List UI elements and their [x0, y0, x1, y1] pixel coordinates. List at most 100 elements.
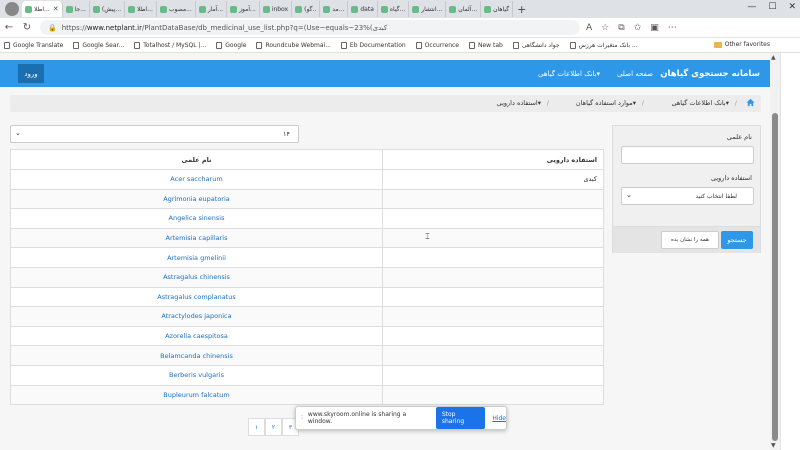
medicinal-use-cell: کبدی	[382, 169, 604, 190]
page-scrollbar[interactable]: ▲ ▼	[770, 53, 780, 450]
sci-name-link[interactable]: Angelica sinensis	[10, 208, 383, 229]
medicinal-use-cell	[382, 247, 604, 268]
bookmark-item[interactable]: Eb Documentation	[340, 41, 406, 49]
table-row: Azorella caespitosa	[10, 325, 604, 347]
column-header-sci-name[interactable]: نام علمی	[10, 149, 383, 170]
bookmarks-bar: Google Translate Google Sear... Totalhost …	[0, 38, 800, 53]
search-button[interactable]: جستجو	[721, 231, 753, 249]
sci-name-input[interactable]	[621, 146, 754, 164]
table-row: Astragalus complanatus	[10, 286, 604, 308]
bookmark-item[interactable]: Google Sear...	[73, 41, 124, 49]
medicinal-use-cell	[382, 345, 604, 366]
bookmark-item[interactable]: Google Translate	[4, 41, 64, 49]
close-tab-icon[interactable]: ✕	[53, 5, 59, 13]
breadcrumb-item-medicinal[interactable]: استفاده دارویی▾	[497, 99, 541, 107]
bookmark-page-icon	[256, 41, 263, 49]
back-icon[interactable]: ←	[0, 22, 18, 33]
refresh-icon[interactable]: ↻	[18, 22, 36, 33]
bookmark-label: Google Translate	[13, 41, 64, 49]
browser-tab[interactable]: گیاه...	[378, 1, 410, 17]
login-button[interactable]: ورود	[18, 64, 44, 83]
breadcrumb-separator: /	[641, 99, 644, 107]
browser-tab[interactable]: data	[348, 1, 378, 17]
sci-name-link[interactable]: Astragalus complanatus	[10, 286, 383, 308]
scroll-down-icon[interactable]: ▼	[771, 442, 776, 449]
bookmark-page-icon	[4, 41, 10, 49]
tab-label: data	[360, 5, 374, 13]
read-aloud-icon[interactable]: A	[586, 23, 592, 33]
menu-dots-icon[interactable]: ⋯	[668, 23, 677, 33]
browser-tab[interactable]: اطلا... ✕	[22, 1, 63, 17]
sci-name-link[interactable]: Agrimonia eupatoria	[10, 188, 383, 210]
collections-icon[interactable]: ▣	[650, 23, 659, 33]
bookmark-label: Totalhost / MySQL |...	[143, 41, 207, 49]
browser-tab[interactable]: (گو..	[292, 1, 321, 17]
sci-name-link[interactable]: Bupleurum falcatum	[10, 384, 383, 406]
browser-tab[interactable]: (پیش...	[90, 1, 126, 17]
url-field[interactable]: 🔒 https://www.netplant.ir/PlantDataBase/…	[40, 20, 580, 35]
bookmark-item[interactable]: Google	[216, 41, 246, 49]
medicinal-use-cell	[382, 286, 604, 308]
home-icon[interactable]	[746, 98, 755, 107]
new-tab-icon[interactable]: +	[517, 3, 526, 16]
scrollbar-thumb[interactable]	[772, 113, 778, 441]
browser-tab[interactable]: inbox	[260, 1, 293, 17]
page-size-select[interactable]: ⌄ ۱۴	[10, 125, 299, 143]
browser-tab[interactable]: مصوب...	[157, 1, 196, 17]
favorites-icon[interactable]: ✩	[634, 23, 642, 33]
maximize-icon[interactable]: ☐	[768, 2, 776, 12]
table-body: Acer saccharum کبدی Agrimonia eupatoria Ang…	[10, 169, 604, 406]
other-favorites[interactable]: Other favorites	[713, 41, 770, 48]
scroll-up-icon[interactable]: ▲	[771, 54, 776, 61]
nav-home[interactable]: صفحه اصلی	[617, 70, 653, 78]
tab-label: اطلا...	[137, 5, 153, 13]
browser-tab[interactable]: گیاهان	[481, 1, 514, 17]
sci-name-link[interactable]: Berberis vulgaris	[10, 364, 383, 386]
sci-name-link[interactable]: Belamcanda chinensis	[10, 345, 383, 366]
bookmark-item[interactable]: جواد دانشگاهی	[512, 41, 560, 49]
page-link[interactable]: ۲	[265, 418, 282, 436]
sci-name-link[interactable]: Artemisia capillaris	[10, 227, 383, 249]
browser-tab[interactable]: آموز...	[227, 1, 260, 17]
medicinal-use-select[interactable]: ⌄ لطفا انتخاب کنید	[621, 187, 754, 205]
bookmark-item[interactable]: بانک متغیرات هرزس ...	[569, 41, 638, 49]
browser-tab[interactable]: اطلا...	[125, 1, 157, 17]
browser-tab[interactable]: آلمان...	[446, 1, 482, 17]
browser-tab[interactable]: آمار...	[196, 1, 228, 17]
show-all-button[interactable]: همه را نشان بده	[661, 231, 719, 249]
tab-label: inbox	[271, 5, 289, 13]
bookmark-item[interactable]: Roundcube Webmai...	[256, 41, 331, 49]
share-message: www.skyroom.online is sharing a window.	[307, 411, 407, 425]
results-table: نام علمی استفاده دارویی Acer saccharum کب…	[10, 149, 604, 406]
sci-name-link[interactable]: Azorella caespitosa	[10, 325, 383, 347]
favorite-star-icon[interactable]: ☆	[601, 23, 609, 33]
drag-handle-icon[interactable]: ⁝	[298, 414, 306, 422]
browser-tab[interactable]: انتشار...	[409, 1, 447, 17]
page-link[interactable]: ۱	[248, 418, 265, 436]
sci-name-link[interactable]: Acer saccharum	[10, 169, 383, 190]
breadcrumb-item-plant-bank[interactable]: بانک اطلاعات گیاهی▾	[671, 99, 729, 107]
tab-label: انتشار...	[421, 5, 443, 13]
hide-link[interactable]: Hide	[492, 415, 506, 422]
close-window-icon[interactable]: ✕	[788, 2, 796, 12]
url-prefix: https://	[61, 23, 87, 32]
profile-avatar[interactable]	[5, 2, 19, 16]
split-screen-icon[interactable]: ⧉	[618, 23, 624, 33]
browser-tab[interactable]: مد...	[320, 1, 349, 17]
bookmark-page-icon	[415, 41, 422, 49]
column-header-medicinal-use[interactable]: استفاده دارویی	[382, 149, 604, 170]
stop-sharing-button[interactable]: Stop sharing	[435, 407, 486, 429]
sci-name-link[interactable]: Atractylodes japonica	[10, 306, 383, 327]
sci-name-link[interactable]: Astragalus chinensis	[10, 266, 383, 288]
site-brand[interactable]: سامانه جستجوی گیاهان	[660, 69, 760, 79]
breadcrumb-label: استفاده دارویی	[496, 99, 538, 107]
nav-plant-bank[interactable]: بانک اطلاعات گیاهی▾	[538, 70, 600, 78]
bookmark-item[interactable]: New tab	[469, 41, 503, 49]
breadcrumb-item-uses[interactable]: موارد استفاده گیاهان▾	[576, 99, 636, 107]
bookmark-item[interactable]: Totalhost / MySQL |...	[134, 41, 207, 49]
sci-name-link[interactable]: Artemisia gmelinii	[10, 247, 383, 268]
bookmark-item[interactable]: Occurrence	[415, 41, 459, 49]
mouse-cursor-icon: ⌶	[425, 232, 430, 241]
browser-tab[interactable]: جا...	[63, 1, 90, 17]
minimize-icon[interactable]: —	[747, 2, 756, 12]
